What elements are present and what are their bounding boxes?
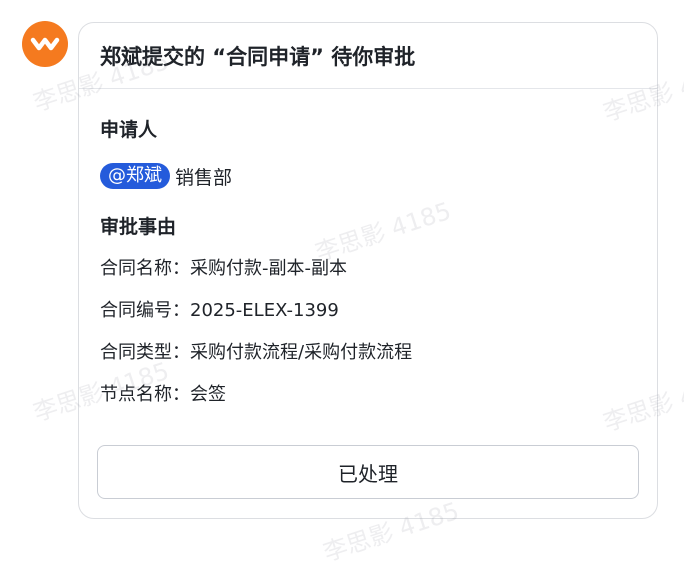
applicant-mention[interactable]: @郑斌 — [100, 163, 170, 189]
field-label: 合同编号： — [100, 300, 190, 321]
card-body: 申请人 @郑斌 销售部 审批事由 合同名称：采购付款-副本-副本 合同编号：20… — [79, 117, 657, 408]
field-value: 采购付款-副本-副本 — [190, 258, 347, 279]
field-value: 2025-ELEX-1399 — [190, 300, 339, 321]
field-value: 会签 — [190, 384, 226, 405]
field-value: 采购付款流程/采购付款流程 — [190, 342, 413, 363]
app-logo-icon[interactable] — [22, 21, 68, 67]
reason-section-title: 审批事由 — [100, 216, 177, 238]
field-label: 节点名称： — [100, 384, 190, 405]
field-label: 合同名称： — [100, 258, 190, 279]
card-title: 郑斌提交的 “合同申请” 待你审批 — [79, 23, 657, 89]
applicant-department: 销售部 — [175, 166, 233, 189]
field-label: 合同类型： — [100, 342, 190, 363]
applicant-section-title: 申请人 — [100, 119, 158, 141]
field-node-name: 节点名称：会签 — [100, 382, 639, 408]
field-contract-name: 合同名称：采购付款-副本-副本 — [100, 256, 639, 282]
field-contract-type: 合同类型：采购付款流程/采购付款流程 — [100, 340, 639, 366]
field-contract-number: 合同编号：2025-ELEX-1399 — [100, 298, 639, 324]
processed-button[interactable]: 已处理 — [97, 445, 639, 499]
approval-card: 郑斌提交的 “合同申请” 待你审批 申请人 @郑斌 销售部 审批事由 合同名称：… — [78, 22, 658, 519]
applicant-row: @郑斌 销售部 — [100, 163, 639, 189]
